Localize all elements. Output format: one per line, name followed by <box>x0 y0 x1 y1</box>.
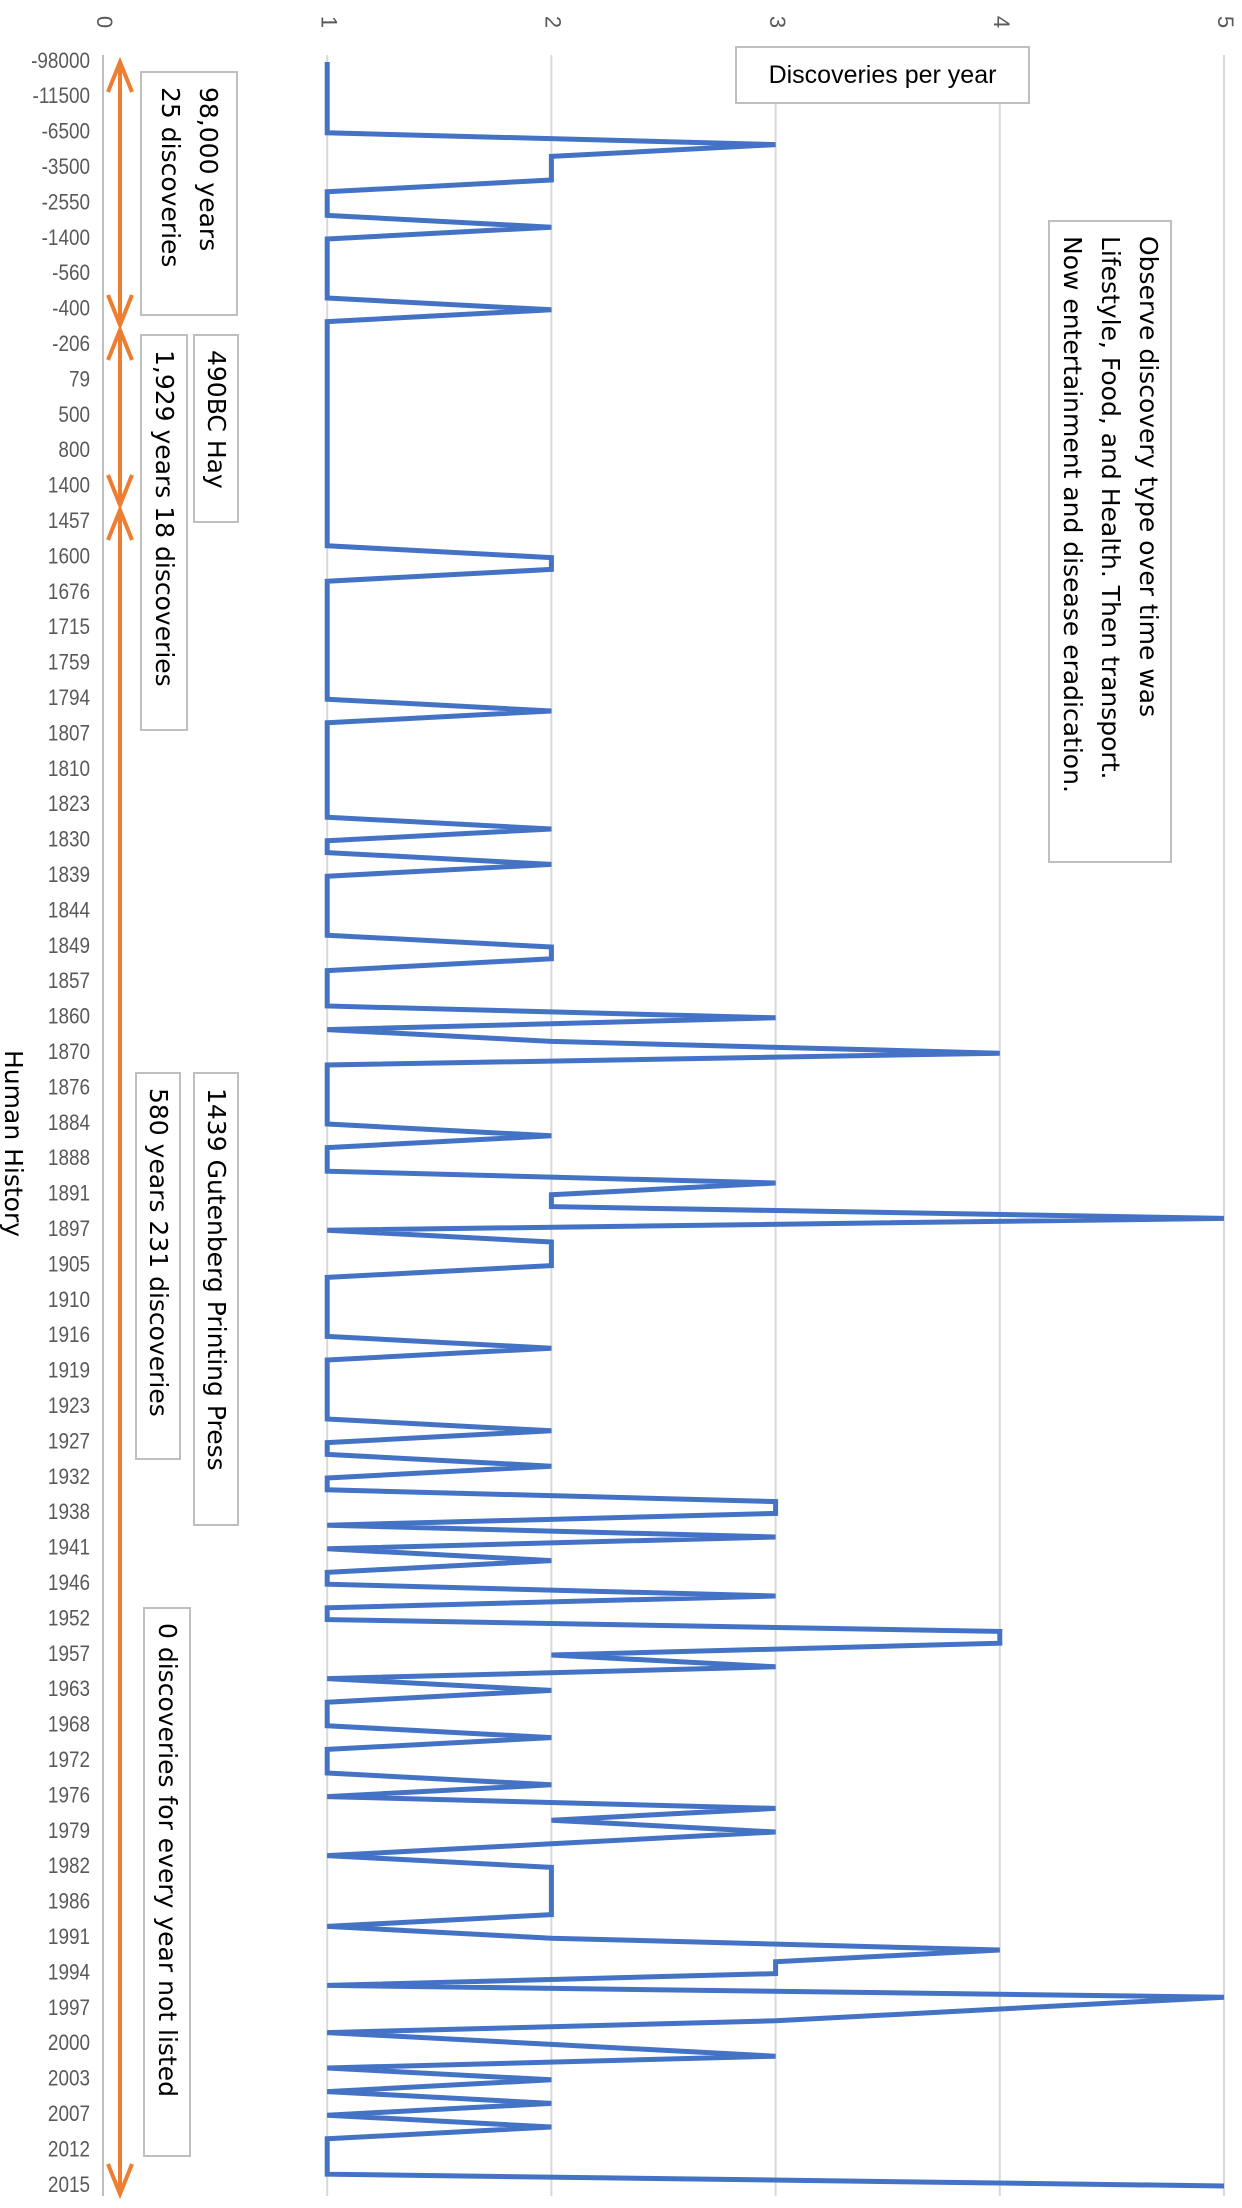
category-tick-label: 1897 <box>48 1217 90 1242</box>
category-tick-label: 1938 <box>48 1500 90 1525</box>
category-tick-label: 1870 <box>48 1040 90 1065</box>
category-tick-label: 1976 <box>48 1783 90 1808</box>
category-tick-label: -400 <box>52 296 90 321</box>
category-tick-label: 2003 <box>48 2066 90 2091</box>
category-tick-label: 1997 <box>48 1996 90 2021</box>
category-tick-label: 1888 <box>48 1146 90 1171</box>
category-tick-label: -11500 <box>33 84 90 109</box>
category-tick-label: 79 <box>69 367 90 392</box>
category-tick-label: 1963 <box>48 1677 90 1702</box>
category-tick-label: 1991 <box>48 1925 90 1950</box>
category-tick-label: -6500 <box>42 119 90 144</box>
category-tick-label: 1884 <box>48 1111 90 1136</box>
category-tick-label: -3500 <box>42 155 90 180</box>
category-tick-label: 1927 <box>48 1429 90 1454</box>
chart-title: Discoveries per year <box>735 46 1030 104</box>
annotation-observe: Observe discovery type over time was Lif… <box>1048 220 1172 863</box>
annotation-hay: 490BC Hay <box>193 334 239 523</box>
category-tick-label: 2012 <box>48 2137 90 2162</box>
annotation-era3: 580 years 231 discoveries <box>135 1072 181 1460</box>
category-axis-title: Human History <box>0 1050 28 1238</box>
category-tick-label: 2007 <box>48 2102 90 2127</box>
category-tick-label: 1891 <box>48 1181 90 1206</box>
category-tick-label: 1946 <box>48 1571 90 1596</box>
category-tick-label: -206 <box>52 332 90 357</box>
category-tick-label: -560 <box>52 261 90 286</box>
annotation-era2: 1,929 years 18 discoveries <box>140 334 188 731</box>
category-tick-label: 1860 <box>48 1004 90 1029</box>
category-tick-label: 1986 <box>48 1889 90 1914</box>
category-tick-label: 1941 <box>48 1535 90 1560</box>
category-tick-label: 1982 <box>48 1854 90 1879</box>
category-tick-label: 800 <box>58 438 90 463</box>
value-tick-label: 1 <box>316 16 341 28</box>
category-tick-label: 1957 <box>48 1642 90 1667</box>
category-tick-label: 1839 <box>48 863 90 888</box>
category-tick-label: 1823 <box>48 792 90 817</box>
category-tick-label: -2550 <box>42 190 90 215</box>
value-tick-label: 0 <box>92 16 117 28</box>
category-tick-label: 1676 <box>48 580 90 605</box>
category-tick-label: 1910 <box>48 1288 90 1313</box>
annotation-gutenberg: 1439 Gutenberg Printing Press <box>193 1072 239 1526</box>
category-tick-label: 1932 <box>48 1465 90 1490</box>
category-tick-label: 500 <box>58 403 90 428</box>
category-tick-label: 1905 <box>48 1252 90 1277</box>
category-tick-label: 1972 <box>48 1748 90 1773</box>
category-tick-label: 1923 <box>48 1394 90 1419</box>
category-tick-label: 1830 <box>48 827 90 852</box>
category-tick-label: 1952 <box>48 1606 90 1631</box>
category-tick-label: 1916 <box>48 1323 90 1348</box>
category-tick-label: 1807 <box>48 721 90 746</box>
category-tick-label: 1759 <box>48 650 90 675</box>
category-tick-label: 1457 <box>48 509 90 534</box>
category-tick-label: 1794 <box>48 686 90 711</box>
category-tick-label: 1849 <box>48 934 90 959</box>
category-tick-label: 1919 <box>48 1358 90 1383</box>
category-tick-label: 1715 <box>48 615 90 640</box>
value-tick-label: 2 <box>541 16 566 28</box>
category-tick-label: 1994 <box>48 1960 90 1985</box>
category-tick-label: 2000 <box>48 2031 90 2056</box>
category-tick-label: 2015 <box>48 2173 90 2198</box>
category-tick-label: 1857 <box>48 969 90 994</box>
value-tick-label: 3 <box>765 16 790 28</box>
category-tick-label: 1876 <box>48 1075 90 1100</box>
annotation-unlisted: 0 discoveries for every year not listed <box>143 1607 191 2157</box>
category-tick-label: -98000 <box>31 49 90 74</box>
category-tick-label: 1600 <box>48 544 90 569</box>
category-tick-label: 1979 <box>48 1819 90 1844</box>
category-tick-label: -1400 <box>42 226 90 251</box>
annotation-era1: 98,000 years 25 discoveries <box>140 71 238 316</box>
category-tick-label: 1968 <box>48 1712 90 1737</box>
category-tick-label: 1810 <box>48 757 90 782</box>
category-tick-label: 1400 <box>48 473 90 498</box>
category-tick-label: 1844 <box>48 898 90 923</box>
value-tick-label: 4 <box>989 16 1014 28</box>
chart-root: 0 1 2 3 4 5 -98000 -11500 -6500 -3500 -2550 -1400 -5… <box>0 0 1242 2208</box>
value-tick-label: 5 <box>1213 16 1238 28</box>
